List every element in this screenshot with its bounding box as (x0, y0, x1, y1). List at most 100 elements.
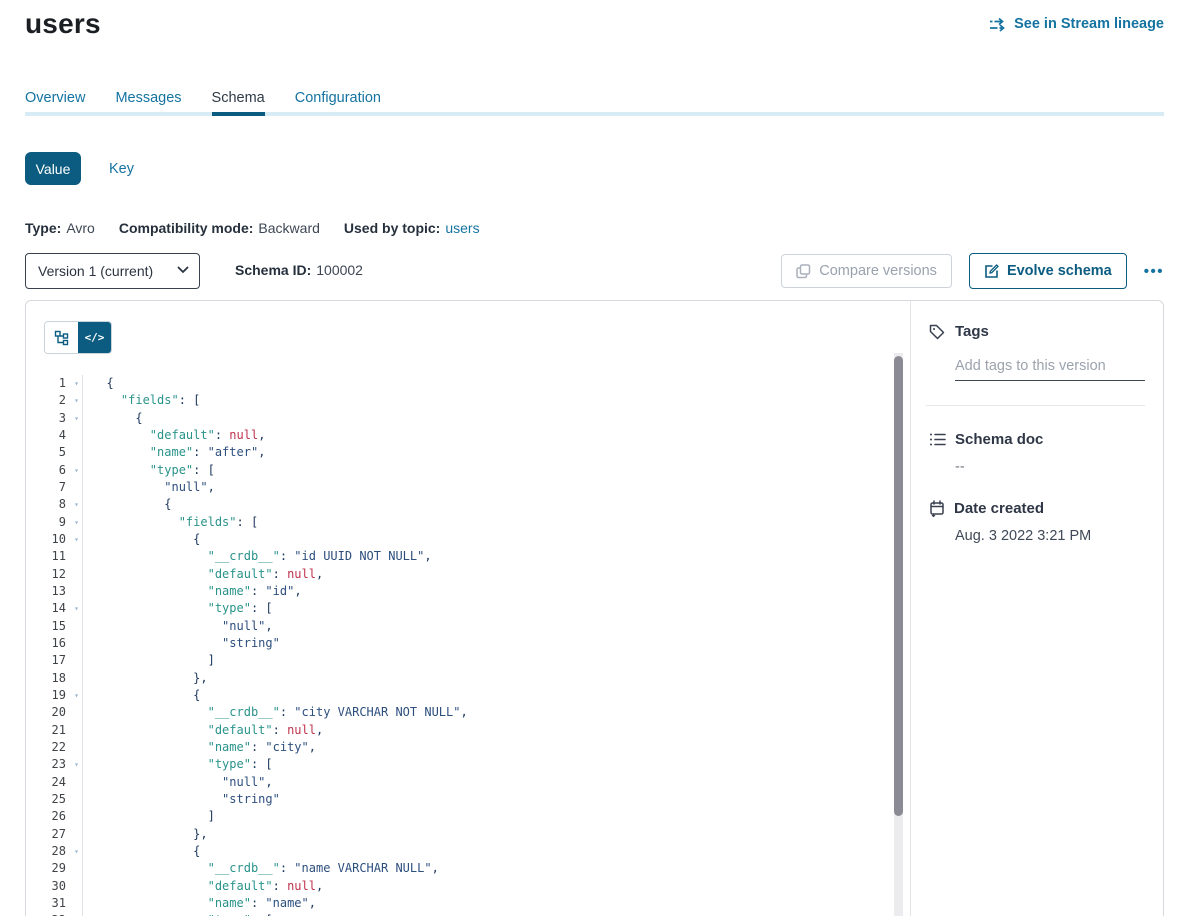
code-line: 5 "name": "after", (26, 444, 890, 461)
editor-scrollbar[interactable] (894, 353, 903, 916)
line-gutter: 27 (26, 826, 83, 843)
line-number: 7 (59, 479, 82, 496)
fold-arrow-icon[interactable]: ▾ (74, 600, 79, 617)
code-text: "name": "id", (83, 583, 302, 600)
code-line: 24 "null", (26, 774, 890, 791)
line-gutter: 24 (26, 774, 83, 791)
topic-link[interactable]: users (445, 220, 479, 236)
line-gutter: 21 (26, 722, 83, 739)
line-gutter: 17 (26, 652, 83, 669)
code-line: 27 }, (26, 826, 890, 843)
line-gutter: 12 (26, 566, 83, 583)
value-toggle-button[interactable]: Value (25, 152, 81, 185)
code-text: "__crdb__": "city VARCHAR NOT NULL", (83, 704, 468, 721)
fold-arrow-icon[interactable]: ▾ (74, 912, 79, 916)
compare-versions-button[interactable]: Compare versions (781, 254, 952, 288)
code-line: 19▾ { (26, 687, 890, 704)
line-number: 26 (52, 808, 82, 825)
tree-view-button[interactable] (45, 322, 78, 353)
code-line: 7 "null", (26, 479, 890, 496)
controls-actions: Compare versions Evolve schema ••• (781, 253, 1164, 289)
evolve-schema-label: Evolve schema (1007, 263, 1112, 279)
schema-page: users See in Stream lineage Overview Mess… (0, 0, 1189, 916)
line-number: 21 (52, 722, 82, 739)
line-gutter: 3▾ (26, 410, 83, 427)
code-text: "null", (83, 479, 215, 496)
code-text: "__crdb__": "name VARCHAR NULL", (83, 860, 439, 877)
schema-doc-section: Schema doc -- (929, 431, 1145, 475)
code-line: 26 ] (26, 808, 890, 825)
fold-arrow-icon[interactable]: ▾ (74, 410, 79, 427)
schema-doc-heading: Schema doc (955, 431, 1043, 448)
schema-id-field: Schema ID:100002 (235, 262, 363, 278)
fold-arrow-icon[interactable]: ▾ (74, 687, 79, 704)
line-number: 29 (52, 860, 82, 877)
fold-arrow-icon[interactable]: ▾ (74, 514, 79, 531)
evolve-schema-button[interactable]: Evolve schema (969, 253, 1127, 289)
line-gutter: 30 (26, 878, 83, 895)
line-number: 18 (52, 670, 82, 687)
key-toggle-link[interactable]: Key (109, 161, 134, 177)
fold-arrow-icon[interactable]: ▾ (74, 496, 79, 513)
code-text: "name": "city", (83, 739, 316, 756)
compare-versions-label: Compare versions (819, 263, 937, 279)
code-text: "string" (83, 635, 280, 652)
version-select-wrap: Version 1 (current) (25, 253, 200, 289)
code-text: { (83, 410, 143, 427)
calendar-icon (929, 500, 945, 517)
line-gutter: 29 (26, 860, 83, 877)
code-line: 11 "__crdb__": "id UUID NOT NULL", (26, 548, 890, 565)
line-number: 20 (52, 704, 82, 721)
code-line: 25 "string" (26, 791, 890, 808)
line-number: 30 (52, 878, 82, 895)
code-line: 32▾ "type": [ (26, 912, 890, 916)
page-title: users (25, 8, 101, 40)
fold-arrow-icon[interactable]: ▾ (74, 392, 79, 409)
scrollbar-thumb[interactable] (894, 356, 903, 816)
code-line: 15 "null", (26, 618, 890, 635)
line-number: 24 (52, 774, 82, 791)
tab-messages[interactable]: Messages (115, 90, 181, 106)
code-line: 2▾ "fields": [ (26, 392, 890, 409)
used-by-topic-field: Used by topic:users (344, 220, 480, 236)
code-line: 4 "default": null, (26, 427, 890, 444)
fold-arrow-icon[interactable]: ▾ (74, 843, 79, 860)
line-gutter: 31 (26, 895, 83, 912)
code-line: 21 "default": null, (26, 722, 890, 739)
stream-lineage-icon (989, 17, 1007, 32)
date-created-section: Date created Aug. 3 2022 3:21 PM (929, 500, 1145, 544)
code-text: { (83, 687, 200, 704)
fold-arrow-icon[interactable]: ▾ (74, 375, 79, 392)
type-label: Type: (25, 220, 61, 236)
version-select[interactable]: Version 1 (current) (25, 253, 200, 289)
code-line: 12 "default": null, (26, 566, 890, 583)
tab-schema[interactable]: Schema (212, 90, 265, 106)
code-view-button[interactable]: </> (78, 322, 111, 353)
code-text: "__crdb__": "id UUID NOT NULL", (83, 548, 432, 565)
see-in-stream-lineage-link[interactable]: See in Stream lineage (989, 16, 1164, 32)
type-field: Type:Avro (25, 220, 95, 236)
compatibility-field: Compatibility mode:Backward (119, 220, 320, 236)
fold-arrow-icon[interactable]: ▾ (74, 756, 79, 773)
code-text: "type": [ (83, 912, 273, 916)
value-key-toggle: Value Key (25, 152, 134, 185)
fold-arrow-icon[interactable]: ▾ (74, 531, 79, 548)
line-number: 16 (52, 635, 82, 652)
code-line: 14▾ "type": [ (26, 600, 890, 617)
edit-icon (984, 264, 999, 279)
code-line: 10▾ { (26, 531, 890, 548)
active-tab-indicator (212, 112, 265, 116)
tags-input[interactable] (955, 356, 1145, 381)
line-gutter: 23▾ (26, 756, 83, 773)
tags-section: Tags (929, 323, 1145, 406)
code-text: }, (83, 670, 208, 687)
line-gutter: 1▾ (26, 375, 83, 392)
fold-arrow-icon[interactable]: ▾ (74, 462, 79, 479)
more-options-button[interactable]: ••• (1144, 263, 1164, 280)
tab-overview[interactable]: Overview (25, 90, 85, 106)
code-line: 28▾ { (26, 843, 890, 860)
schema-doc-value: -- (955, 459, 1145, 475)
tab-configuration[interactable]: Configuration (295, 90, 381, 106)
tab-track (25, 112, 1164, 116)
code-text: "null", (83, 774, 273, 791)
